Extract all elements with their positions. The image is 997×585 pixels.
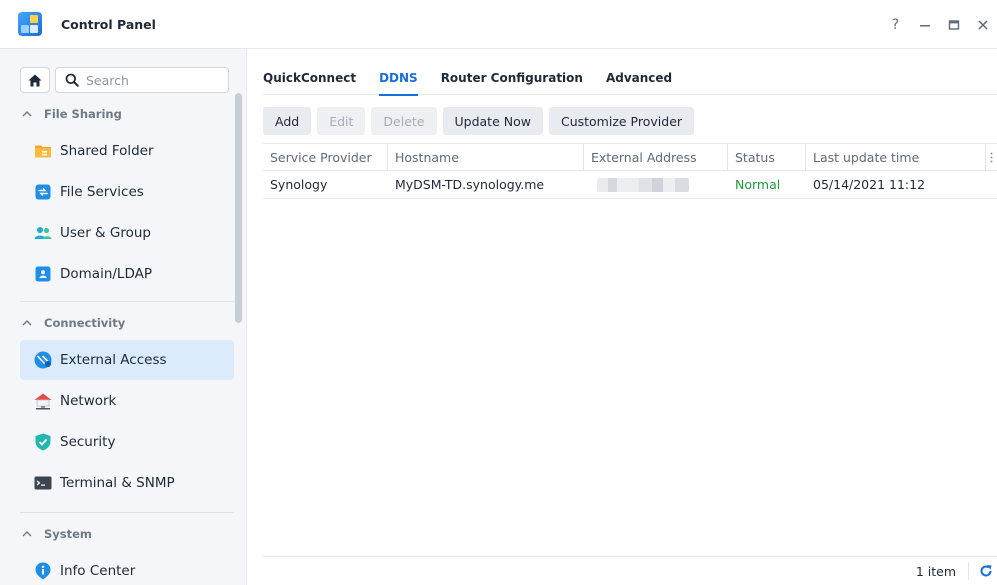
edit-button[interactable]: Edit: [317, 107, 366, 135]
search-box: [55, 67, 229, 93]
table-footer: 1 item: [263, 556, 997, 585]
tab-ddns[interactable]: DDNS: [379, 61, 418, 96]
window-controls: ?: [881, 0, 997, 49]
table-header: Service Provider Hostname External Addre…: [263, 143, 997, 171]
update-now-button[interactable]: Update Now: [442, 107, 543, 135]
chevron-up-icon: [20, 111, 34, 117]
section-connectivity[interactable]: Connectivity: [20, 312, 125, 334]
cell-last-update-time: 05/14/2021 11:12: [813, 177, 926, 192]
cell-status: Normal: [735, 177, 781, 192]
column-header-hostname[interactable]: Hostname: [388, 144, 584, 171]
sidebar-item-label: Domain/LDAP: [60, 266, 152, 282]
domain-ldap-icon: [34, 265, 52, 283]
network-icon: [34, 392, 52, 410]
column-menu-button[interactable]: [986, 144, 997, 171]
delete-button[interactable]: Delete: [371, 107, 437, 135]
sidebar-item-file-services[interactable]: File Services: [20, 172, 234, 212]
add-button[interactable]: Add: [263, 107, 312, 135]
maximize-button[interactable]: [939, 0, 968, 49]
search-input[interactable]: [86, 72, 216, 88]
info-center-icon: [34, 562, 52, 580]
sidebar-item-label: File Services: [60, 184, 144, 200]
toolbar: Add Edit Delete Update Now Customize Pro…: [263, 107, 700, 135]
sidebar-item-terminal-snmp[interactable]: Terminal & SNMP: [20, 463, 234, 503]
sidebar-item-domain-ldap[interactable]: Domain/LDAP: [20, 254, 234, 294]
home-button[interactable]: [20, 67, 50, 93]
customize-provider-button[interactable]: Customize Provider: [548, 107, 695, 135]
redacted-address-blur: [597, 177, 689, 192]
help-button[interactable]: ?: [881, 0, 910, 49]
sidebar-item-shared-folder[interactable]: Shared Folder: [20, 131, 234, 171]
section-divider: [20, 512, 234, 513]
section-divider: [20, 301, 234, 302]
shared-folder-icon: [34, 142, 52, 160]
minimize-button[interactable]: [910, 0, 939, 49]
tab-bar: QuickConnect DDNS Router Configuration A…: [263, 61, 997, 96]
sidebar-item-external-access[interactable]: External Access: [20, 340, 234, 380]
column-header-service-provider[interactable]: Service Provider: [263, 144, 388, 171]
section-file-sharing[interactable]: File Sharing: [20, 103, 122, 125]
minimize-icon: [919, 24, 930, 26]
sidebar-scrollbar[interactable]: [235, 93, 242, 323]
sidebar-item-security[interactable]: Security: [20, 422, 234, 462]
cell-service-provider: Synology: [270, 177, 328, 192]
tab-router-configuration[interactable]: Router Configuration: [441, 61, 583, 95]
refresh-icon: [980, 565, 992, 577]
sidebar-item-label: Info Center: [60, 563, 136, 579]
main-content: QuickConnect DDNS Router Configuration A…: [247, 49, 997, 585]
sidebar-item-label: Terminal & SNMP: [60, 475, 175, 491]
chevron-up-icon: [20, 320, 34, 326]
user-group-icon: [34, 224, 52, 242]
column-header-last-update-time[interactable]: Last update time: [806, 144, 986, 171]
cell-hostname: MyDSM-TD.synology.me: [395, 177, 545, 192]
sidebar: File Sharing Shared Folder File Services…: [0, 49, 247, 585]
section-label: File Sharing: [44, 107, 122, 121]
item-count: 1 item: [915, 563, 956, 579]
sidebar-item-info-center[interactable]: Info Center: [20, 551, 234, 585]
table-row[interactable]: Synology MyDSM-TD.synology.me Normal 05/…: [263, 171, 997, 199]
sidebar-item-label: Security: [60, 434, 116, 450]
cell-external-address: [584, 171, 728, 198]
home-icon: [28, 74, 42, 86]
control-panel-app-icon: [18, 12, 42, 36]
file-services-icon: [34, 183, 52, 201]
tab-quickconnect[interactable]: QuickConnect: [263, 61, 356, 95]
title-bar: Control Panel ?: [0, 0, 997, 49]
section-system[interactable]: System: [20, 523, 92, 545]
sidebar-item-network[interactable]: Network: [20, 381, 234, 421]
close-button[interactable]: [968, 0, 997, 49]
search-icon: [64, 72, 80, 88]
sidebar-item-label: External Access: [60, 352, 167, 368]
sidebar-item-user-group[interactable]: User & Group: [20, 213, 234, 253]
ddns-table: Service Provider Hostname External Addre…: [263, 143, 997, 199]
window-title: Control Panel: [61, 17, 156, 32]
footer-divider: [968, 562, 969, 580]
column-header-external-address[interactable]: External Address: [584, 144, 728, 171]
external-access-icon: [34, 351, 52, 369]
section-label: Connectivity: [44, 316, 126, 330]
column-header-status[interactable]: Status: [728, 144, 806, 171]
maximize-icon: [948, 19, 959, 30]
sidebar-item-label: Network: [60, 393, 117, 409]
terminal-icon: [34, 474, 52, 492]
refresh-button[interactable]: [977, 562, 995, 580]
sidebar-item-label: Shared Folder: [60, 143, 154, 159]
security-shield-icon: [34, 433, 52, 451]
tab-advanced[interactable]: Advanced: [606, 61, 672, 95]
close-icon: [977, 19, 988, 30]
chevron-up-icon: [20, 531, 34, 537]
sidebar-item-label: User & Group: [60, 225, 151, 241]
section-label: System: [44, 527, 92, 541]
more-vertical-icon: [990, 152, 993, 163]
